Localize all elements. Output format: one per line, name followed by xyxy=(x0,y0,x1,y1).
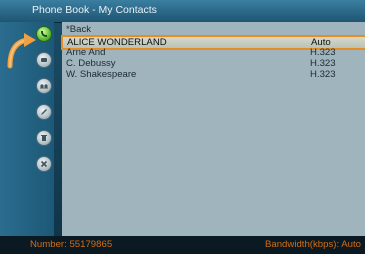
list-item[interactable]: Arne And H.323 xyxy=(62,47,365,58)
bandwidth-label: Bandwidth(kbps): xyxy=(264,239,340,250)
title-bar: Phone Book - My Contacts xyxy=(0,0,365,23)
pencil-icon[interactable] xyxy=(36,104,52,120)
contact-list: *Back ALICE WONDERLAND Auto Arne And H.3… xyxy=(61,22,365,237)
contact-name: W. Shakespeare xyxy=(66,69,137,80)
contact-name: C. Debussy xyxy=(66,58,116,69)
tape-icon[interactable] xyxy=(36,78,52,94)
app-window: Phone Book - My Contacts *Back ALICE WON… xyxy=(0,0,365,254)
list-item[interactable]: W. Shakespeare H.323 xyxy=(62,69,365,80)
back-arrow-icon xyxy=(7,33,36,69)
contact-protocol: H.323 xyxy=(310,47,336,58)
contact-protocol: H.323 xyxy=(310,69,336,80)
number-readout: Number: 55179865 xyxy=(30,239,112,250)
window-title: Phone Book - My Contacts xyxy=(32,4,157,16)
list-item[interactable]: C. Debussy H.323 xyxy=(62,58,365,69)
contact-name: Arne And xyxy=(66,47,106,58)
close-icon[interactable] xyxy=(36,156,52,172)
contact-protocol: H.323 xyxy=(310,58,336,69)
list-item-back[interactable]: *Back xyxy=(62,24,365,35)
bandwidth-readout: Bandwidth(kbps): Auto xyxy=(265,239,361,250)
number-value: 55179865 xyxy=(69,239,113,250)
number-label: Number: xyxy=(30,239,67,250)
call-icon[interactable] xyxy=(36,26,52,42)
back-label: *Back xyxy=(66,24,92,35)
bandwidth-value: Auto xyxy=(341,239,361,250)
delete-icon[interactable] xyxy=(36,130,52,146)
status-bar: Number: 55179865 Bandwidth(kbps): Auto xyxy=(0,236,365,254)
phonebook-icon[interactable] xyxy=(36,52,52,68)
